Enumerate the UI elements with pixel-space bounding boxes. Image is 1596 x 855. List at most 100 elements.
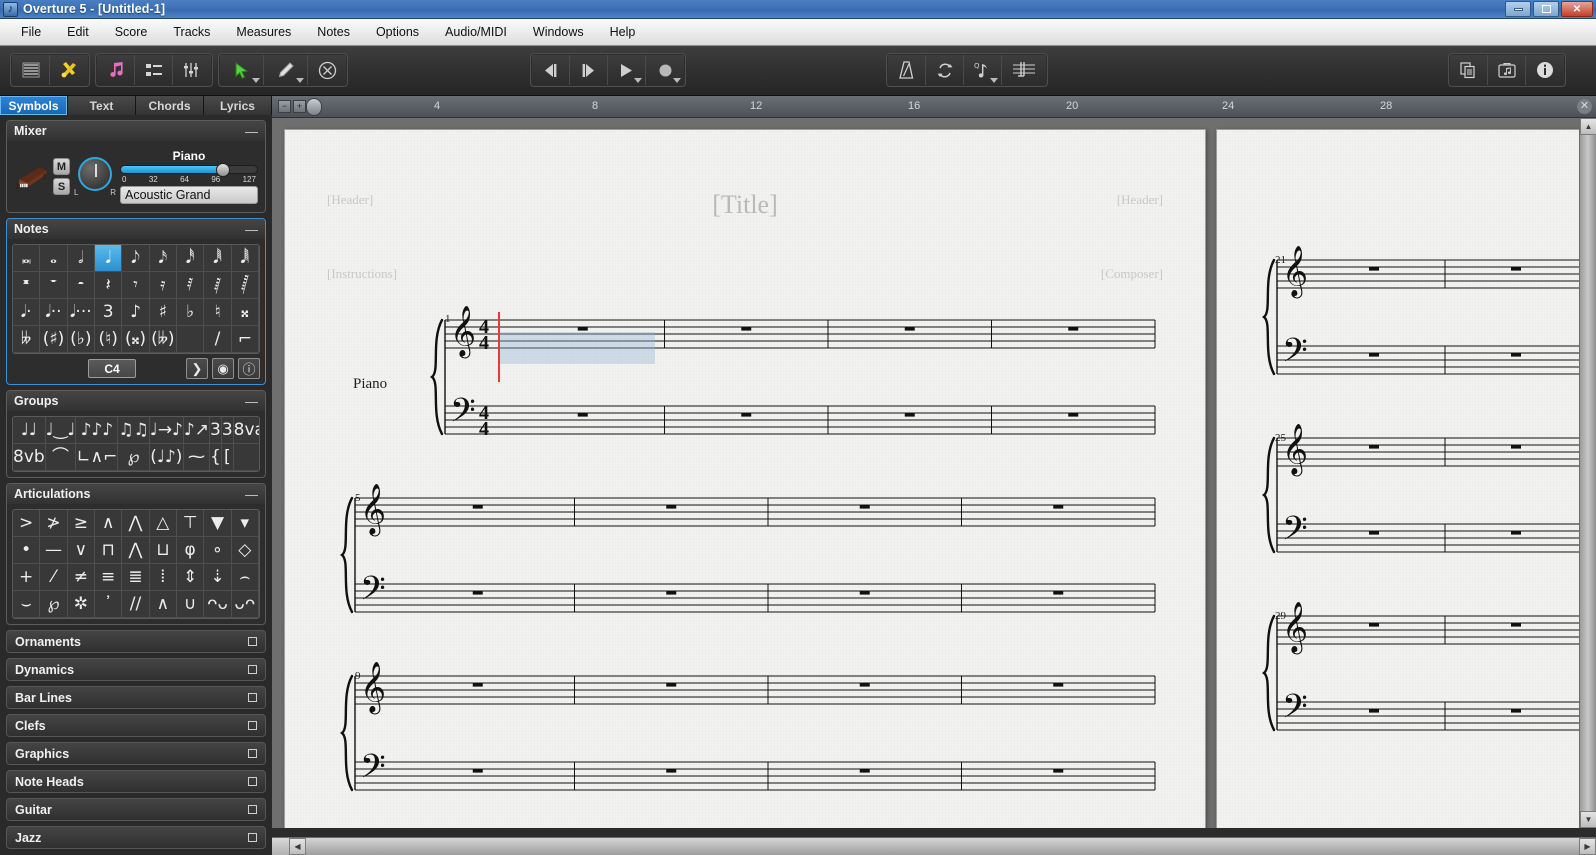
palette-cell-1[interactable]: ♩‿♩	[45, 417, 77, 444]
menu-help[interactable]: Help	[597, 21, 649, 43]
quantize-button[interactable]: Q	[964, 55, 1002, 85]
palette-cell-1[interactable]: 𝅝	[40, 245, 68, 272]
palette-cell-15[interactable]: φ	[177, 537, 205, 564]
palette-cell-25[interactable]: ⇣	[204, 564, 232, 591]
groups-panel-header[interactable]: Groups —	[7, 391, 265, 411]
palette-cell-19[interactable]: 𝅘𝅥··	[40, 299, 68, 326]
palette-cell-13[interactable]: (♩♪)	[149, 444, 184, 471]
palette-cell-15[interactable]: {	[210, 444, 222, 471]
palette-cell-22[interactable]: ♪	[122, 299, 150, 326]
palette-cell-12[interactable]: 𝄽	[95, 272, 123, 299]
palette-cell-27[interactable]: ⌣	[13, 591, 41, 618]
palette-cell-12[interactable]: ⊓	[95, 537, 123, 564]
pan-knob[interactable]	[78, 156, 112, 191]
palette-cell-14[interactable]: ⊔	[149, 537, 177, 564]
palette-cell-16[interactable]: [	[221, 444, 234, 471]
palette-cell-30[interactable]: (♮)	[95, 326, 123, 353]
palette-cell-28[interactable]: ℘	[40, 591, 68, 618]
palette-cell-2[interactable]: ♪♪♪	[76, 417, 119, 444]
score-page-2[interactable]: 𝄞 𝄢 𝄞 𝄢 𝄞 𝄢 21 25 29	[1216, 129, 1585, 828]
section-bar-lines[interactable]: Bar Lines	[6, 686, 266, 709]
palette-cell-10[interactable]: ⌒	[45, 444, 77, 471]
section-dynamics[interactable]: Dynamics	[6, 658, 266, 681]
palette-cell-26[interactable]: ⌢	[231, 564, 259, 591]
palette-cell-23[interactable]: ♯	[149, 299, 177, 326]
pencil-tool[interactable]	[264, 55, 308, 85]
palette-cell-14[interactable]: 𝄿	[149, 272, 177, 299]
collapse-icon[interactable]: —	[245, 124, 258, 139]
vertical-scrollbar[interactable]: ▲ ▼	[1579, 118, 1596, 828]
loop-button[interactable]	[926, 55, 964, 85]
menu-measures[interactable]: Measures	[223, 21, 304, 43]
palette-cell-32[interactable]: (𝄫)	[149, 326, 177, 353]
palette-cell-2[interactable]: ≥	[67, 510, 95, 537]
palette-cell-27[interactable]: 𝄫	[13, 326, 41, 353]
palette-cell-9[interactable]: 8vb	[13, 444, 46, 471]
ruler-thumb[interactable]	[306, 98, 322, 116]
notes-panel-header[interactable]: Notes —	[7, 219, 265, 239]
palette-cell-31[interactable]: (𝄪)	[122, 326, 150, 353]
duplicate-button[interactable]	[1450, 55, 1488, 85]
palette-cell-11[interactable]: ∨	[67, 537, 95, 564]
palette-cell-5[interactable]: 𝅘𝅥𝅯	[149, 245, 177, 272]
palette-cell-5[interactable]: △	[149, 510, 177, 537]
section-clefs[interactable]: Clefs	[6, 714, 266, 737]
palette-cell-33[interactable]: ∪	[177, 591, 205, 618]
play-button[interactable]	[608, 55, 646, 85]
palette-cell-35[interactable]: ᴗᴖ	[231, 591, 259, 618]
palette-cell-3[interactable]: ♫♫	[118, 417, 150, 444]
expand-icon[interactable]	[248, 665, 257, 674]
palette-cell-3[interactable]: ∧	[95, 510, 123, 537]
expand-icon[interactable]	[248, 721, 257, 730]
palette-cell-6[interactable]: 3	[210, 417, 222, 444]
solo-button[interactable]: S	[53, 178, 70, 195]
scroll-down-button[interactable]: ▼	[1580, 811, 1596, 828]
palette-cell-24[interactable]: ⇕	[177, 564, 205, 591]
erase-tool[interactable]	[308, 55, 346, 85]
close-button[interactable]: ✕	[1561, 1, 1593, 17]
palette-cell-19[interactable]: ⁄	[40, 564, 68, 591]
scroll-right-button[interactable]: ▶	[1579, 838, 1596, 855]
instrument-field[interactable]: Acoustic Grand	[120, 186, 258, 204]
menu-windows[interactable]: Windows	[520, 21, 597, 43]
palette-cell-20[interactable]: ≠	[67, 564, 95, 591]
palette-cell-16[interactable]: 𝅁	[204, 272, 232, 299]
palette-cell-28[interactable]: (♯)	[40, 326, 68, 353]
palette-cell-6[interactable]: ⊤	[177, 510, 205, 537]
palette-cell-29[interactable]: ✲	[67, 591, 95, 618]
list-view-button[interactable]	[135, 55, 173, 85]
collapse-icon[interactable]: —	[245, 222, 258, 237]
palette-cell-9[interactable]: •	[13, 537, 41, 564]
palette-cell-6[interactable]: 𝅘𝅥𝅰	[177, 245, 205, 272]
palette-cell-33[interactable]	[177, 326, 205, 353]
collapse-icon[interactable]: —	[245, 487, 258, 502]
rewind-button[interactable]	[532, 55, 570, 85]
palette-cell-18[interactable]: +	[13, 564, 41, 591]
palette-cell-12[interactable]: ℘	[118, 444, 150, 471]
collapse-icon[interactable]: —	[245, 394, 258, 409]
section-note-heads[interactable]: Note Heads	[6, 770, 266, 793]
score-page-1[interactable]: [Header] [Header] [Title] [Instructions]…	[284, 129, 1206, 828]
palette-cell-16[interactable]: ∘	[204, 537, 232, 564]
note-info-button[interactable]: ⓘ	[238, 358, 260, 379]
expand-icon[interactable]	[248, 637, 257, 646]
palette-cell-35[interactable]: ⌐	[231, 326, 259, 353]
palette-cell-24[interactable]: ♭	[177, 299, 205, 326]
palette-cell-15[interactable]: 𝅀	[177, 272, 205, 299]
palette-cell-13[interactable]: ⋀	[122, 537, 150, 564]
palette-cell-21[interactable]: 3	[95, 299, 123, 326]
close-icon[interactable]: ✕	[1577, 99, 1592, 114]
info-button[interactable]	[1526, 55, 1564, 85]
menu-notes[interactable]: Notes	[304, 21, 363, 43]
scroll-left-button[interactable]: ◀	[289, 838, 306, 855]
notation-view-button[interactable]	[97, 55, 135, 85]
expand-icon[interactable]	[248, 833, 257, 842]
expand-icon[interactable]	[248, 777, 257, 786]
staves-button[interactable]	[12, 55, 50, 85]
menu-audio-midi[interactable]: Audio/MIDI	[432, 21, 520, 43]
palette-cell-7[interactable]: 3	[221, 417, 234, 444]
palette-cell-30[interactable]: ᾽	[95, 591, 123, 618]
scroll-up-button[interactable]: ▲	[1580, 118, 1596, 135]
tab-lyrics[interactable]: Lyrics	[204, 96, 272, 115]
record-button[interactable]	[646, 55, 684, 85]
